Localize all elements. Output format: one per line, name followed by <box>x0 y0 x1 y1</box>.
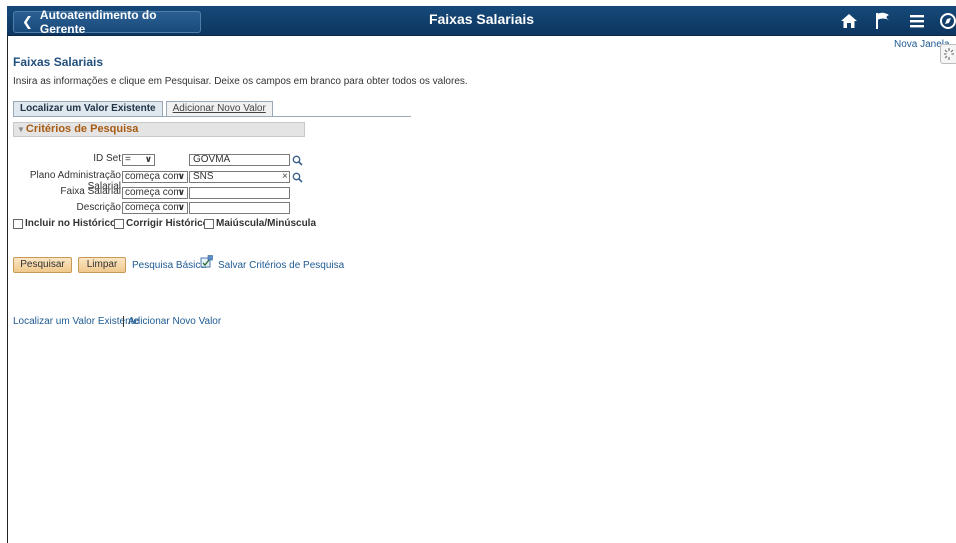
chevron-left-icon: ❮ <box>22 14 33 29</box>
header-bar: ❮ Autoatendimento do Gerente Faixas Sala… <box>7 6 956 36</box>
clear-button[interactable]: Limpar <box>78 257 126 273</box>
navbar-icon[interactable] <box>937 11 956 31</box>
search-criteria-section[interactable]: ▼Critérios de Pesquisa <box>13 122 305 137</box>
grade-operator-value: começa com <box>125 187 182 198</box>
chevron-down-icon: ∨ <box>177 202 185 212</box>
frame-border <box>7 36 8 543</box>
grade-operator-select[interactable]: começa com ∨ <box>122 187 188 199</box>
checkbox-box[interactable] <box>13 218 23 229</box>
setid-operator-value: = <box>125 154 131 165</box>
salary-plan-operator-select[interactable]: começa com ∨ <box>122 171 188 183</box>
setid-input[interactable]: GOVMA <box>189 154 290 166</box>
setid-operator-select[interactable]: = ∨ <box>122 154 155 166</box>
checkbox-box[interactable] <box>114 218 124 229</box>
tab-add-new[interactable]: Adicionar Novo Valor <box>165 101 273 116</box>
page-heading: Faixas Salariais <box>13 55 104 69</box>
link-separator <box>123 316 124 327</box>
spinner-icon <box>944 48 954 60</box>
back-button[interactable]: ❮ Autoatendimento do Gerente <box>13 8 201 36</box>
tab-find-existing[interactable]: Localizar um Valor Existente <box>13 101 163 116</box>
salary-plan-operator-value: começa com <box>125 171 182 182</box>
tab-strip: Localizar um Valor Existente Adicionar N… <box>13 101 276 116</box>
lookup-icon[interactable] <box>292 155 303 166</box>
clear-field-icon[interactable]: × <box>282 171 288 182</box>
section-title: Critérios de Pesquisa <box>25 123 139 135</box>
field-label-setid: ID Set <box>93 153 121 164</box>
field-label-grade: Faixa Salarial <box>60 186 121 197</box>
field-label-description: Descrição <box>76 202 121 213</box>
description-input[interactable] <box>189 202 290 214</box>
basic-search-link[interactable]: Pesquisa Básica <box>132 260 206 271</box>
chevron-down-icon: ∨ <box>144 154 152 164</box>
instructions-text: Insira as informações e clique em Pesqui… <box>13 76 468 87</box>
chevron-down-icon: ∨ <box>177 171 185 181</box>
collapse-triangle-icon: ▼ <box>17 125 25 134</box>
back-button-label: Autoatendimento do Gerente <box>39 8 157 36</box>
home-icon[interactable] <box>838 11 860 31</box>
lookup-icon[interactable] <box>292 172 303 183</box>
save-search-icon[interactable] <box>200 255 213 268</box>
grade-input[interactable] <box>189 187 290 199</box>
chevron-down-icon: ∨ <box>177 187 185 197</box>
description-operator-select[interactable]: começa com ∨ <box>122 202 188 214</box>
checkbox-correct-history[interactable]: Corrigir Histórico <box>114 218 209 229</box>
tab-add-new-label: Adicionar Novo Valor <box>172 103 266 114</box>
checkbox-label: Maiúscula/Minúscula <box>216 218 317 229</box>
save-search-criteria-link[interactable]: Salvar Critérios de Pesquisa <box>218 260 344 271</box>
checkbox-case-sensitive[interactable]: Maiúscula/Minúscula <box>204 218 316 229</box>
description-operator-value: começa com <box>125 202 182 213</box>
processing-spinner <box>940 44 956 64</box>
footer-link-find-existing[interactable]: Localizar um Valor Existente <box>13 316 139 327</box>
checkbox-include-history[interactable]: Incluir no Histórico <box>13 218 116 229</box>
checkbox-label: Corrigir Histórico <box>126 218 209 229</box>
salary-plan-input[interactable]: SNS <box>189 171 290 183</box>
checkbox-label: Incluir no Histórico <box>25 218 117 229</box>
checkbox-box[interactable] <box>204 218 214 229</box>
menu-icon[interactable] <box>906 11 928 31</box>
flag-icon[interactable] <box>872 11 894 31</box>
search-button[interactable]: Pesquisar <box>13 257 72 273</box>
footer-link-add-new[interactable]: Adicionar Novo Valor <box>128 316 221 327</box>
tab-divider <box>13 116 411 117</box>
